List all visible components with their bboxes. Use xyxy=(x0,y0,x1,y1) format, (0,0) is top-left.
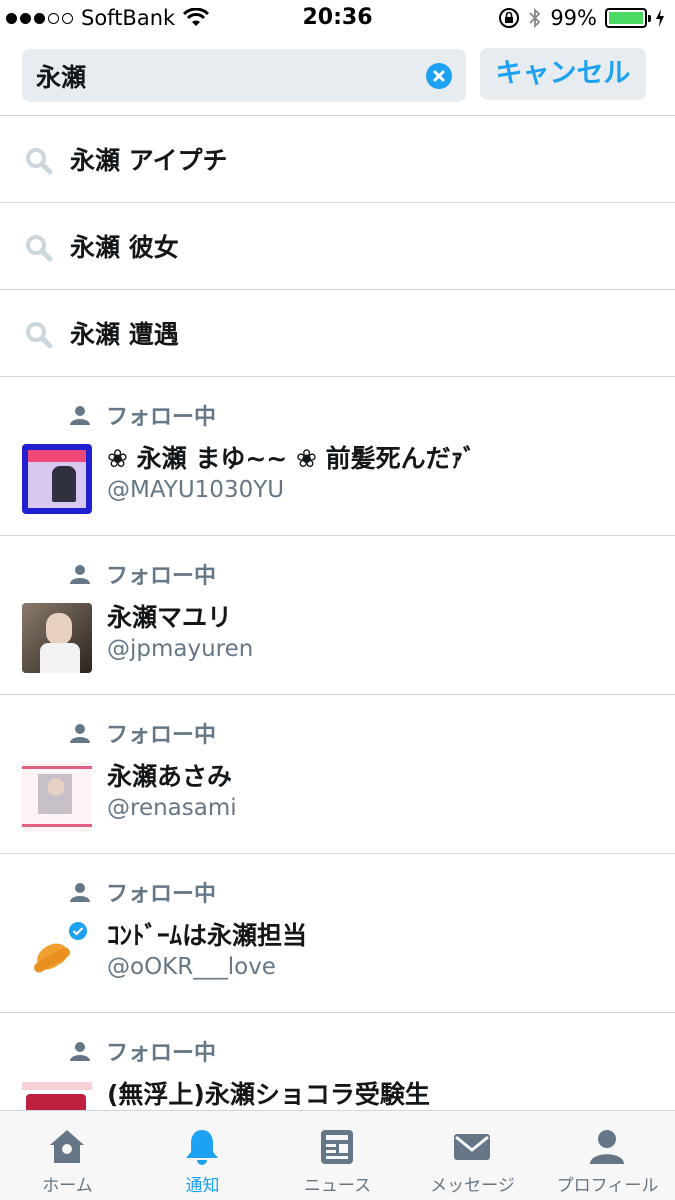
rotation-lock-icon xyxy=(499,8,520,28)
verified-badge-icon xyxy=(69,922,87,940)
user-result[interactable]: フォロー中 永瀬あさみ @renasami xyxy=(0,695,675,854)
tab-label: ホーム xyxy=(42,1176,93,1196)
search-icon xyxy=(26,322,53,349)
person-icon xyxy=(70,565,90,584)
search-suggestion[interactable]: 永瀬 アイプチ xyxy=(0,116,675,203)
battery-icon xyxy=(605,8,651,28)
home-icon xyxy=(50,1130,84,1163)
status-right: 99% xyxy=(498,6,665,30)
following-label: フォロー中 xyxy=(106,723,217,748)
person-icon xyxy=(70,1042,90,1061)
envelope-icon xyxy=(454,1134,490,1160)
following-indicator: フォロー中 xyxy=(68,717,216,749)
tab-profile[interactable]: プロフィール xyxy=(540,1111,675,1200)
clear-icon xyxy=(433,70,445,82)
avatar[interactable] xyxy=(22,603,92,673)
suggestion-label: 永瀬 遭遇 xyxy=(70,320,179,349)
user-display-name: (無浮上)永瀬ショコラ受験生 xyxy=(107,1080,430,1109)
tab-home[interactable]: ホーム xyxy=(0,1111,135,1200)
search-input[interactable] xyxy=(36,57,416,95)
bell-icon xyxy=(186,1130,218,1165)
person-icon xyxy=(70,406,90,425)
suggestion-label: 永瀬 彼女 xyxy=(70,233,179,262)
search-header: キャンセル xyxy=(0,38,675,116)
search-icon xyxy=(26,148,53,175)
user-display-name: 永瀬マユリ xyxy=(107,603,233,632)
tab-label: 通知 xyxy=(185,1176,220,1196)
search-suggestion[interactable]: 永瀬 彼女 xyxy=(0,203,675,290)
following-indicator: フォロー中 xyxy=(68,1035,216,1067)
news-icon xyxy=(321,1130,353,1164)
tab-messages[interactable]: メッセージ xyxy=(405,1111,540,1200)
following-label: フォロー中 xyxy=(106,882,217,907)
user-display-name: ｺﾝﾄﾞｰﾑは永瀬担当 xyxy=(107,921,308,950)
following-label: フォロー中 xyxy=(106,564,217,589)
charging-bolt-icon xyxy=(656,9,664,27)
tab-label: ニュース xyxy=(303,1176,372,1196)
clear-search-button[interactable] xyxy=(426,63,452,89)
user-result[interactable]: フォロー中 ｺﾝﾄﾞｰﾑは永瀬担当 @oOKR___love xyxy=(0,854,675,1013)
user-handle: @MAYU1030YU xyxy=(107,477,285,503)
person-icon xyxy=(590,1130,624,1164)
tab-label: メッセージ xyxy=(430,1176,515,1196)
user-result[interactable]: フォロー中 ❀ 永瀬 まゆ~~ ❀ 前髪死んだｧﾞ @MAYU1030YU xyxy=(0,377,675,536)
avatar[interactable] xyxy=(22,762,92,832)
following-indicator: フォロー中 xyxy=(68,399,216,431)
user-display-name: 永瀬あさみ xyxy=(107,762,233,791)
search-box[interactable] xyxy=(22,49,466,102)
following-indicator: フォロー中 xyxy=(68,876,216,908)
search-icon xyxy=(26,235,53,262)
user-handle: @renasami xyxy=(107,795,237,821)
tab-label: プロフィール xyxy=(556,1176,659,1196)
following-label: フォロー中 xyxy=(106,1041,217,1066)
following-indicator: フォロー中 xyxy=(68,558,216,590)
user-result[interactable]: フォロー中 永瀬マユリ @jpmayuren xyxy=(0,536,675,695)
tab-notifications[interactable]: 通知 xyxy=(135,1111,270,1200)
user-handle: @oOKR___love xyxy=(107,954,276,980)
person-icon xyxy=(70,724,90,743)
suggestion-label: 永瀬 アイプチ xyxy=(70,146,228,175)
avatar[interactable] xyxy=(22,444,92,514)
user-display-name: ❀ 永瀬 まゆ~~ ❀ 前髪死んだｧﾞ xyxy=(107,444,476,473)
tab-bar: ホーム 通知 ニュース メッセージ プロフィール xyxy=(0,1110,675,1200)
bluetooth-icon xyxy=(529,7,541,29)
status-bar: SoftBank 20:36 99% xyxy=(0,0,675,38)
tab-news[interactable]: ニュース xyxy=(270,1111,405,1200)
search-suggestion[interactable]: 永瀬 遭遇 xyxy=(0,290,675,377)
following-label: フォロー中 xyxy=(106,405,217,430)
battery-percent: 99% xyxy=(550,6,597,30)
person-icon xyxy=(70,883,90,902)
avatar[interactable] xyxy=(22,921,92,991)
battery-fill xyxy=(609,12,643,24)
cancel-button[interactable]: キャンセル xyxy=(480,48,646,100)
user-handle: @jpmayuren xyxy=(107,636,254,662)
